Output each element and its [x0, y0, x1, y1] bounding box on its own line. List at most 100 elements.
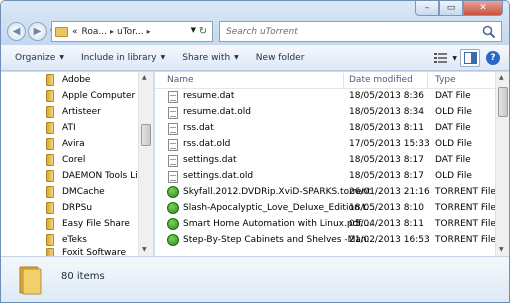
explorer-window: – ▭ ✕ ◀ ▶ ▼ « Roa... ▸ uTor... ▸ ▼ ↻ Sea… [0, 0, 510, 303]
share-with-label: Share with [182, 52, 231, 63]
change-view-button[interactable] [431, 49, 451, 67]
breadcrumb-separator[interactable]: ▸ [110, 27, 114, 36]
file-name: Slash-Apocalyptic_Love_Deluxe_Edition.t.… [183, 203, 375, 213]
nav-folder-item[interactable]: eTeks [46, 232, 87, 248]
breadcrumb-utorrent[interactable]: uTor... [117, 27, 144, 37]
refresh-icon[interactable]: ↻ [196, 24, 210, 39]
search-input[interactable]: Search uTorrent [219, 21, 502, 42]
organize-menu[interactable]: Organize ▼ [15, 53, 64, 63]
share-with-menu[interactable]: Share with ▼ [182, 53, 239, 63]
nav-folder-item[interactable]: Foxit Software [46, 248, 126, 256]
nav-folder-label: Avira [62, 139, 85, 149]
file-row[interactable]: Smart Home Automation with Linux.pdf....… [155, 217, 496, 233]
help-button[interactable]: ? [483, 49, 503, 67]
file-row[interactable]: settings.dat 18/05/2013 8:17 DAT File [155, 153, 495, 169]
preview-pane-icon [463, 52, 477, 64]
scroll-down-icon[interactable]: ▼ [142, 246, 147, 253]
file-list: Name Date modified Type resume.dat 18/05… [155, 72, 509, 256]
folder-icon [19, 266, 42, 295]
column-header-name[interactable]: Name [167, 75, 194, 85]
forward-arrow-icon: ▶ [33, 26, 42, 37]
file-row[interactable]: Skyfall.2012.DVDRip.XviD-SPARKS.torrent … [155, 185, 496, 201]
nav-folder-item[interactable]: ATI [46, 120, 76, 136]
nav-folder-label: Easy File Share [62, 219, 130, 229]
folder-icon [46, 138, 54, 150]
nav-folder-item[interactable]: DRPSu [46, 200, 92, 216]
folder-icon [46, 170, 54, 182]
folder-icon [46, 186, 54, 198]
file-row[interactable]: rss.dat.old 17/05/2013 15:33 OLD File [155, 137, 495, 153]
folder-icon [46, 202, 54, 214]
file-type: DAT File [435, 123, 471, 133]
chevron-down-icon: ▼ [160, 54, 166, 61]
torrent-icon [167, 218, 179, 230]
forward-button[interactable]: ▶ [28, 22, 47, 41]
maximize-button[interactable]: ▭ [439, 1, 463, 16]
file-date: 05/04/2013 8:11 [349, 219, 424, 229]
file-row[interactable]: Slash-Apocalyptic_Love_Deluxe_Edition.t.… [155, 201, 496, 217]
organize-label: Organize [15, 52, 56, 63]
file-type: OLD File [435, 171, 472, 181]
file-row[interactable]: resume.dat 18/05/2013 8:36 DAT File [155, 89, 495, 105]
file-date: 18/05/2013 8:11 [349, 123, 424, 133]
navigation-scrollbar[interactable]: ▲ ▼ [138, 72, 153, 256]
torrent-icon [167, 202, 179, 214]
breadcrumb-roaming[interactable]: Roa... [82, 27, 107, 37]
nav-folder-item[interactable]: Adobe [46, 72, 90, 88]
address-bar[interactable]: « Roa... ▸ uTor... ▸ ▼ ↻ [51, 21, 213, 42]
scrollbar-thumb[interactable] [498, 87, 508, 117]
nav-folder-item[interactable]: Easy File Share [46, 216, 130, 232]
chevron-down-icon: ▼ [234, 54, 239, 61]
address-overflow[interactable]: « [72, 27, 78, 37]
nav-folder-label: DMCache [62, 187, 105, 197]
view-list-icon [434, 53, 448, 63]
file-date: 18/05/2013 8:36 [349, 91, 424, 101]
nav-folder-item[interactable]: Avira [46, 136, 85, 152]
navigation-buttons: ◀ ▶ ▼ [7, 22, 55, 41]
nav-folder-label: DAEMON Tools Lite [62, 171, 147, 181]
scrollbar-thumb[interactable] [141, 124, 151, 146]
scroll-up-icon[interactable]: ▲ [142, 74, 147, 81]
torrent-icon [167, 234, 179, 246]
file-row[interactable]: rss.dat 18/05/2013 8:11 DAT File [155, 121, 495, 137]
close-button[interactable]: ✕ [463, 1, 503, 16]
back-button[interactable]: ◀ [7, 22, 26, 41]
file-type: DAT File [435, 91, 471, 101]
file-date: 18/05/2013 8:34 [349, 107, 424, 117]
nav-folder-item[interactable]: Corel [46, 152, 85, 168]
document-icon [168, 155, 178, 167]
scroll-down-icon[interactable]: ▼ [499, 246, 504, 253]
nav-folder-item[interactable]: Apple Computer [46, 88, 135, 104]
document-icon [168, 123, 178, 135]
search-icon[interactable] [482, 25, 496, 39]
folder-icon [46, 122, 54, 134]
file-row[interactable]: Step-By-Step Cabinets and Shelves -Man..… [155, 233, 496, 249]
folder-icon [46, 234, 54, 246]
include-in-library-menu[interactable]: Include in library ▼ [81, 53, 165, 63]
column-divider[interactable] [427, 73, 428, 88]
column-header-type[interactable]: Type [435, 75, 456, 85]
preview-pane-button[interactable] [460, 49, 480, 67]
file-row[interactable]: resume.dat.old 18/05/2013 8:34 OLD File [155, 105, 495, 121]
scroll-up-icon[interactable]: ▲ [499, 74, 504, 81]
file-name: resume.dat.old [183, 107, 251, 117]
view-options-chevron-icon[interactable]: ▼ [452, 55, 457, 62]
column-header-date-modified[interactable]: Date modified [349, 75, 413, 85]
nav-folder-label: Foxit Software [62, 248, 126, 256]
nav-folder-item[interactable]: DAEMON Tools Lite [46, 168, 147, 184]
breadcrumb-separator[interactable]: ▸ [147, 27, 151, 36]
file-name: settings.dat.old [183, 171, 254, 181]
navigation-pane: Adobe Apple Computer Artisteer ATI Avira… [1, 72, 154, 256]
document-icon [168, 139, 178, 151]
folder-icon [46, 248, 54, 256]
nav-folder-item[interactable]: Artisteer [46, 104, 101, 120]
file-type: DAT File [435, 155, 471, 165]
column-divider[interactable] [343, 73, 344, 88]
file-row[interactable]: settings.dat.old 18/05/2013 8:17 OLD Fil… [155, 169, 495, 185]
nav-folder-label: Artisteer [62, 107, 101, 117]
window-controls: – ▭ ✕ [415, 1, 503, 17]
new-folder-button[interactable]: New folder [256, 53, 305, 63]
nav-folder-item[interactable]: DMCache [46, 184, 105, 200]
minimize-button[interactable]: – [415, 1, 439, 16]
file-list-scrollbar[interactable]: ▲ ▼ [495, 72, 509, 256]
